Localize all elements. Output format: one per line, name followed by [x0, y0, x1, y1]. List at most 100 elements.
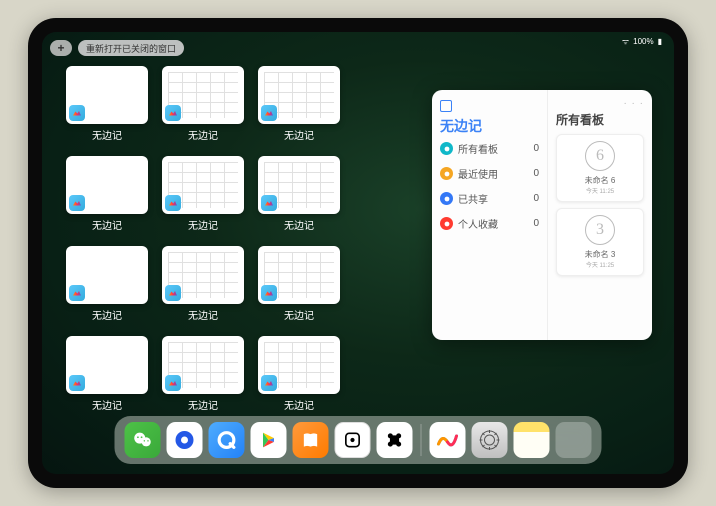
expose-window[interactable]: 无边记 [258, 336, 340, 420]
window-thumbnail[interactable] [162, 336, 244, 394]
board-date: 今天 11:25 [586, 186, 614, 195]
board-label: 未命名 6 [585, 175, 616, 186]
freeform-app-icon [69, 195, 85, 211]
dock-app-play[interactable] [251, 422, 287, 458]
window-thumbnail[interactable] [66, 156, 148, 214]
nav-icon [440, 217, 453, 230]
nav-icon [440, 192, 453, 205]
dock-app-graph[interactable] [377, 422, 413, 458]
window-thumbnail[interactable] [66, 336, 148, 394]
board-card[interactable]: 6 未命名 6今天 11:25 [556, 134, 644, 202]
freeform-app-icon [261, 285, 277, 301]
window-label: 无边记 [188, 217, 218, 232]
dock-app-freeform[interactable] [430, 422, 466, 458]
expose-window[interactable]: 无边记 [162, 66, 244, 150]
window-thumbnail[interactable] [162, 66, 244, 124]
screen: ᯤ 100% ▮ + 重新打开已关闭的窗口 无边记无边记无边记无边记无边记无边记… [42, 32, 674, 474]
window-thumbnail[interactable] [258, 156, 340, 214]
dock-divider [421, 424, 422, 456]
nav-count: 0 [533, 218, 539, 229]
battery-label: 100% [633, 37, 653, 46]
freeform-app-icon [261, 195, 277, 211]
dock-app-qq[interactable] [209, 422, 245, 458]
window-label: 无边记 [92, 397, 122, 412]
status-bar: ᯤ 100% ▮ [622, 36, 662, 47]
nav-label: 所有看板 [458, 141, 498, 156]
board-sketch: 3 [585, 215, 615, 245]
dock-app-notes[interactable] [514, 422, 550, 458]
board-sketch: 6 [585, 141, 615, 171]
expose-window-grid: 无边记无边记无边记无边记无边记无边记无边记无边记无边记无边记无边记无边记 [66, 66, 436, 420]
board-card[interactable]: 3未命名 3今天 11:25 [556, 208, 644, 276]
freeform-app-icon [165, 195, 181, 211]
window-thumbnail[interactable] [162, 246, 244, 304]
window-label: 无边记 [284, 397, 314, 412]
menu-dots-icon[interactable]: · · · [556, 98, 644, 109]
freeform-app-icon [261, 105, 277, 121]
expose-window[interactable]: 无边记 [258, 156, 340, 240]
reopen-closed-window-button[interactable]: 重新打开已关闭的窗口 [78, 40, 184, 56]
freeform-app-icon [165, 105, 181, 121]
new-window-button[interactable]: + [50, 40, 72, 56]
dock-app-qbrowser[interactable] [167, 422, 203, 458]
panel-sidebar: 无边记 所有看板 0 最近使用 0 已共享 0 个人收藏 0 [432, 90, 548, 340]
board-date: 今天 11:25 [586, 260, 614, 269]
nav-count: 0 [533, 143, 539, 154]
panel-section-title: 所有看板 [556, 111, 644, 128]
window-thumbnail[interactable] [258, 336, 340, 394]
nav-label: 最近使用 [458, 166, 498, 181]
nav-label: 已共享 [458, 191, 488, 206]
nav-icon [440, 142, 453, 155]
freeform-app-icon [69, 285, 85, 301]
freeform-app-icon [69, 375, 85, 391]
freeform-app-icon [165, 375, 181, 391]
dock-app-library[interactable] [556, 422, 592, 458]
nav-label: 个人收藏 [458, 216, 498, 231]
dock-app-settings[interactable] [472, 422, 508, 458]
window-label: 无边记 [92, 127, 122, 142]
expose-window[interactable]: 无边记 [66, 336, 148, 420]
expose-window[interactable]: 无边记 [162, 336, 244, 420]
expose-window[interactable]: 无边记 [66, 66, 148, 150]
window-thumbnail[interactable] [66, 66, 148, 124]
dock-app-books[interactable] [293, 422, 329, 458]
freeform-app-icon [440, 100, 452, 112]
freeform-app-icon [69, 105, 85, 121]
freeform-app-icon [165, 285, 181, 301]
dock-app-wechat[interactable] [125, 422, 161, 458]
expose-window[interactable]: 无边记 [66, 246, 148, 330]
expose-window[interactable]: 无边记 [66, 156, 148, 240]
window-thumbnail[interactable] [162, 156, 244, 214]
window-label: 无边记 [284, 217, 314, 232]
expose-window[interactable]: 无边记 [162, 156, 244, 240]
expose-window[interactable]: 无边记 [258, 66, 340, 150]
sidebar-item[interactable]: 所有看板 0 [440, 136, 539, 161]
window-label: 无边记 [92, 217, 122, 232]
top-bar: + 重新打开已关闭的窗口 [50, 40, 184, 56]
expose-window[interactable]: 无边记 [162, 246, 244, 330]
window-label: 无边记 [284, 127, 314, 142]
sidebar-item[interactable]: 已共享 0 [440, 186, 539, 211]
dock [115, 416, 602, 464]
freeform-panel[interactable]: 无边记 所有看板 0 最近使用 0 已共享 0 个人收藏 0 · · · 所有看板 6 未命名 … [432, 90, 652, 340]
expose-window[interactable]: 无边记 [258, 246, 340, 330]
sidebar-item[interactable]: 个人收藏 0 [440, 211, 539, 236]
window-label: 无边记 [188, 307, 218, 322]
window-thumbnail[interactable] [258, 246, 340, 304]
window-label: 无边记 [188, 397, 218, 412]
panel-app-title: 无边记 [440, 116, 539, 136]
freeform-app-icon [261, 375, 277, 391]
dock-app-dice[interactable] [335, 422, 371, 458]
nav-icon [440, 167, 453, 180]
nav-count: 0 [533, 193, 539, 204]
battery-icon: ▮ [658, 37, 662, 46]
wifi-icon: ᯤ [622, 36, 629, 47]
window-label: 无边记 [92, 307, 122, 322]
nav-count: 0 [533, 168, 539, 179]
window-thumbnail[interactable] [258, 66, 340, 124]
panel-content: · · · 所有看板 6未命名 6今天 11:253未命名 3今天 11:25 [548, 90, 652, 340]
window-label: 无边记 [188, 127, 218, 142]
sidebar-item[interactable]: 最近使用 0 [440, 161, 539, 186]
window-thumbnail[interactable] [66, 246, 148, 304]
window-label: 无边记 [284, 307, 314, 322]
